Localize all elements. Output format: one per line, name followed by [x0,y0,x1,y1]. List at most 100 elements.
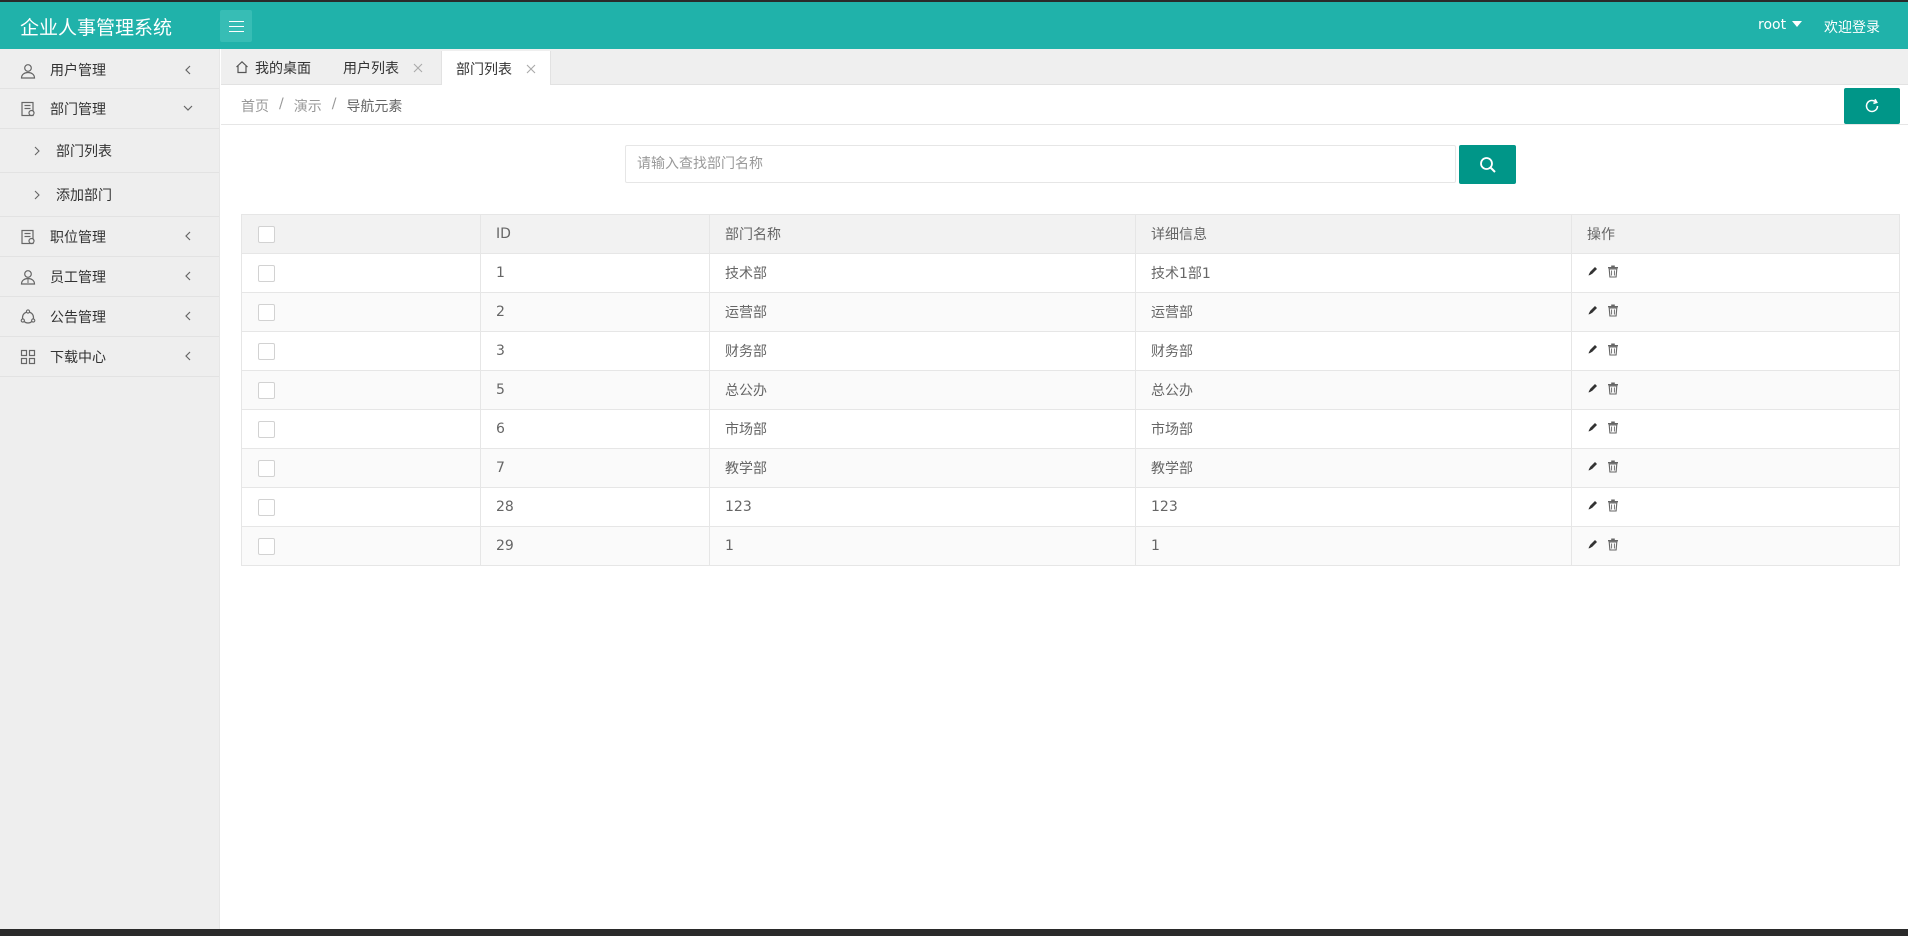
sidebar-item-position-management[interactable]: 职位管理 [0,217,219,257]
row-checkbox[interactable] [258,381,275,399]
delete-icon[interactable] [1607,538,1619,551]
sidebar-subitem-add-department[interactable]: 添加部门 [0,173,219,217]
cell-detail: 运营部 [1135,292,1572,332]
sidebar-item-label: 员工管理 [50,269,106,286]
table-header-row: ID 部门名称 详细信息 操作 [241,214,1900,254]
delete-icon[interactable] [1607,460,1619,473]
edit-icon[interactable] [1587,343,1599,355]
sidebar-item-employee-management[interactable]: 员工管理 [0,257,219,297]
select-all-cell [241,214,481,254]
breadcrumb-separator: / [279,96,284,112]
sidebar-item-label: 用户管理 [50,62,106,79]
edit-icon[interactable] [1587,499,1599,511]
delete-icon[interactable] [1607,421,1619,434]
cell-id: 2 [480,292,710,332]
row-checkbox[interactable] [258,420,275,438]
row-checkbox[interactable] [258,303,275,321]
cell-department-name: 教学部 [709,448,1136,488]
sidebar: 用户管理 部门管理 部门列表 添加部门 职位管理 员工管理 公告管理 下载中心 [0,49,220,929]
tab-label: 我的桌面 [255,61,311,77]
delete-icon[interactable] [1607,304,1619,317]
tab-department-list[interactable]: 部门列表 [441,51,551,86]
sidebar-item-label: 职位管理 [50,229,106,246]
sidebar-item-notice-management[interactable]: 公告管理 [0,297,219,337]
table-row: 5 总公办 总公办 [241,370,1900,410]
position-icon [21,229,35,245]
cell-actions [1571,331,1900,371]
delete-icon[interactable] [1607,265,1619,278]
window-bottom-edge [0,929,1908,936]
cell-actions [1571,253,1900,293]
select-all-checkbox[interactable] [258,225,275,243]
tab-my-desktop[interactable]: 我的桌面 [235,51,311,85]
sidebar-item-department-management[interactable]: 部门管理 [0,89,219,129]
row-checkbox[interactable] [258,459,275,477]
sidebar-subitem-department-list[interactable]: 部门列表 [0,129,219,173]
cell-department-name: 市场部 [709,409,1136,449]
delete-icon[interactable] [1607,499,1619,512]
sidebar-item-label: 下载中心 [50,349,106,366]
edit-icon[interactable] [1587,382,1599,394]
tab-user-list[interactable]: 用户列表 [343,51,423,85]
sidebar-item-user-management[interactable]: 用户管理 [0,51,219,89]
table-row: 7 教学部 教学部 [241,448,1900,488]
cell-detail: 123 [1135,487,1572,527]
cell-detail: 总公办 [1135,370,1572,410]
close-icon[interactable] [413,63,423,73]
refresh-button[interactable] [1844,88,1900,124]
breadcrumb-bar: 首页 / 演示 / 导航元素 [221,85,1908,125]
chevron-left-icon [185,351,191,361]
search-button[interactable] [1459,145,1516,184]
breadcrumb-home[interactable]: 首页 [241,96,269,116]
cell-actions [1571,526,1900,566]
row-select-cell [241,448,481,488]
row-select-cell [241,487,481,527]
column-header-actions: 操作 [1571,214,1900,254]
edit-icon[interactable] [1587,304,1599,316]
sidebar-subitem-label: 添加部门 [56,187,112,204]
row-checkbox[interactable] [258,537,275,555]
tab-label: 用户列表 [343,61,399,77]
delete-icon[interactable] [1607,343,1619,356]
download-icon [20,349,36,365]
close-icon[interactable] [526,64,536,74]
row-select-cell [241,409,481,449]
cell-detail: 财务部 [1135,331,1572,371]
search-icon [1479,156,1496,173]
edit-icon[interactable] [1587,265,1599,277]
user-icon [20,64,36,79]
refresh-icon [1865,98,1879,113]
app-title: 企业人事管理系统 [20,17,173,39]
row-checkbox[interactable] [258,264,275,282]
breadcrumb-demo[interactable]: 演示 [294,96,322,116]
cell-id: 7 [480,448,710,488]
chevron-right-icon [34,146,40,156]
edit-icon[interactable] [1587,460,1599,472]
notice-icon [20,309,36,324]
edit-icon[interactable] [1587,538,1599,550]
menu-toggle-button[interactable] [220,10,252,42]
chevron-left-icon [185,311,191,321]
breadcrumb-separator: / [331,96,337,112]
cell-id: 29 [480,526,710,566]
cell-actions [1571,409,1900,449]
cell-id: 1 [480,253,710,293]
row-checkbox[interactable] [258,498,275,516]
tab-bar: 我的桌面 用户列表 部门列表 [221,49,1908,86]
user-menu[interactable]: root [1758,17,1803,33]
cell-id: 5 [480,370,710,410]
row-checkbox[interactable] [258,342,275,360]
cell-department-name: 总公办 [709,370,1136,410]
chevron-right-icon [34,190,40,200]
row-select-cell [241,292,481,332]
department-table: ID 部门名称 详细信息 操作 1 技术部 技术1部1 2 运营部 运营部 3 财务部 财务部 5… [241,214,1900,566]
welcome-link[interactable]: 欢迎登录 [1824,17,1880,37]
edit-icon[interactable] [1587,421,1599,433]
cell-department-name: 1 [709,526,1136,566]
delete-icon[interactable] [1607,382,1619,395]
department-search-input[interactable] [625,145,1456,183]
sidebar-item-download-center[interactable]: 下载中心 [0,337,219,377]
breadcrumb: 首页 / 演示 / 导航元素 [241,96,402,116]
row-select-cell [241,253,481,293]
top-header: 企业人事管理系统 root 欢迎登录 [0,2,1908,49]
